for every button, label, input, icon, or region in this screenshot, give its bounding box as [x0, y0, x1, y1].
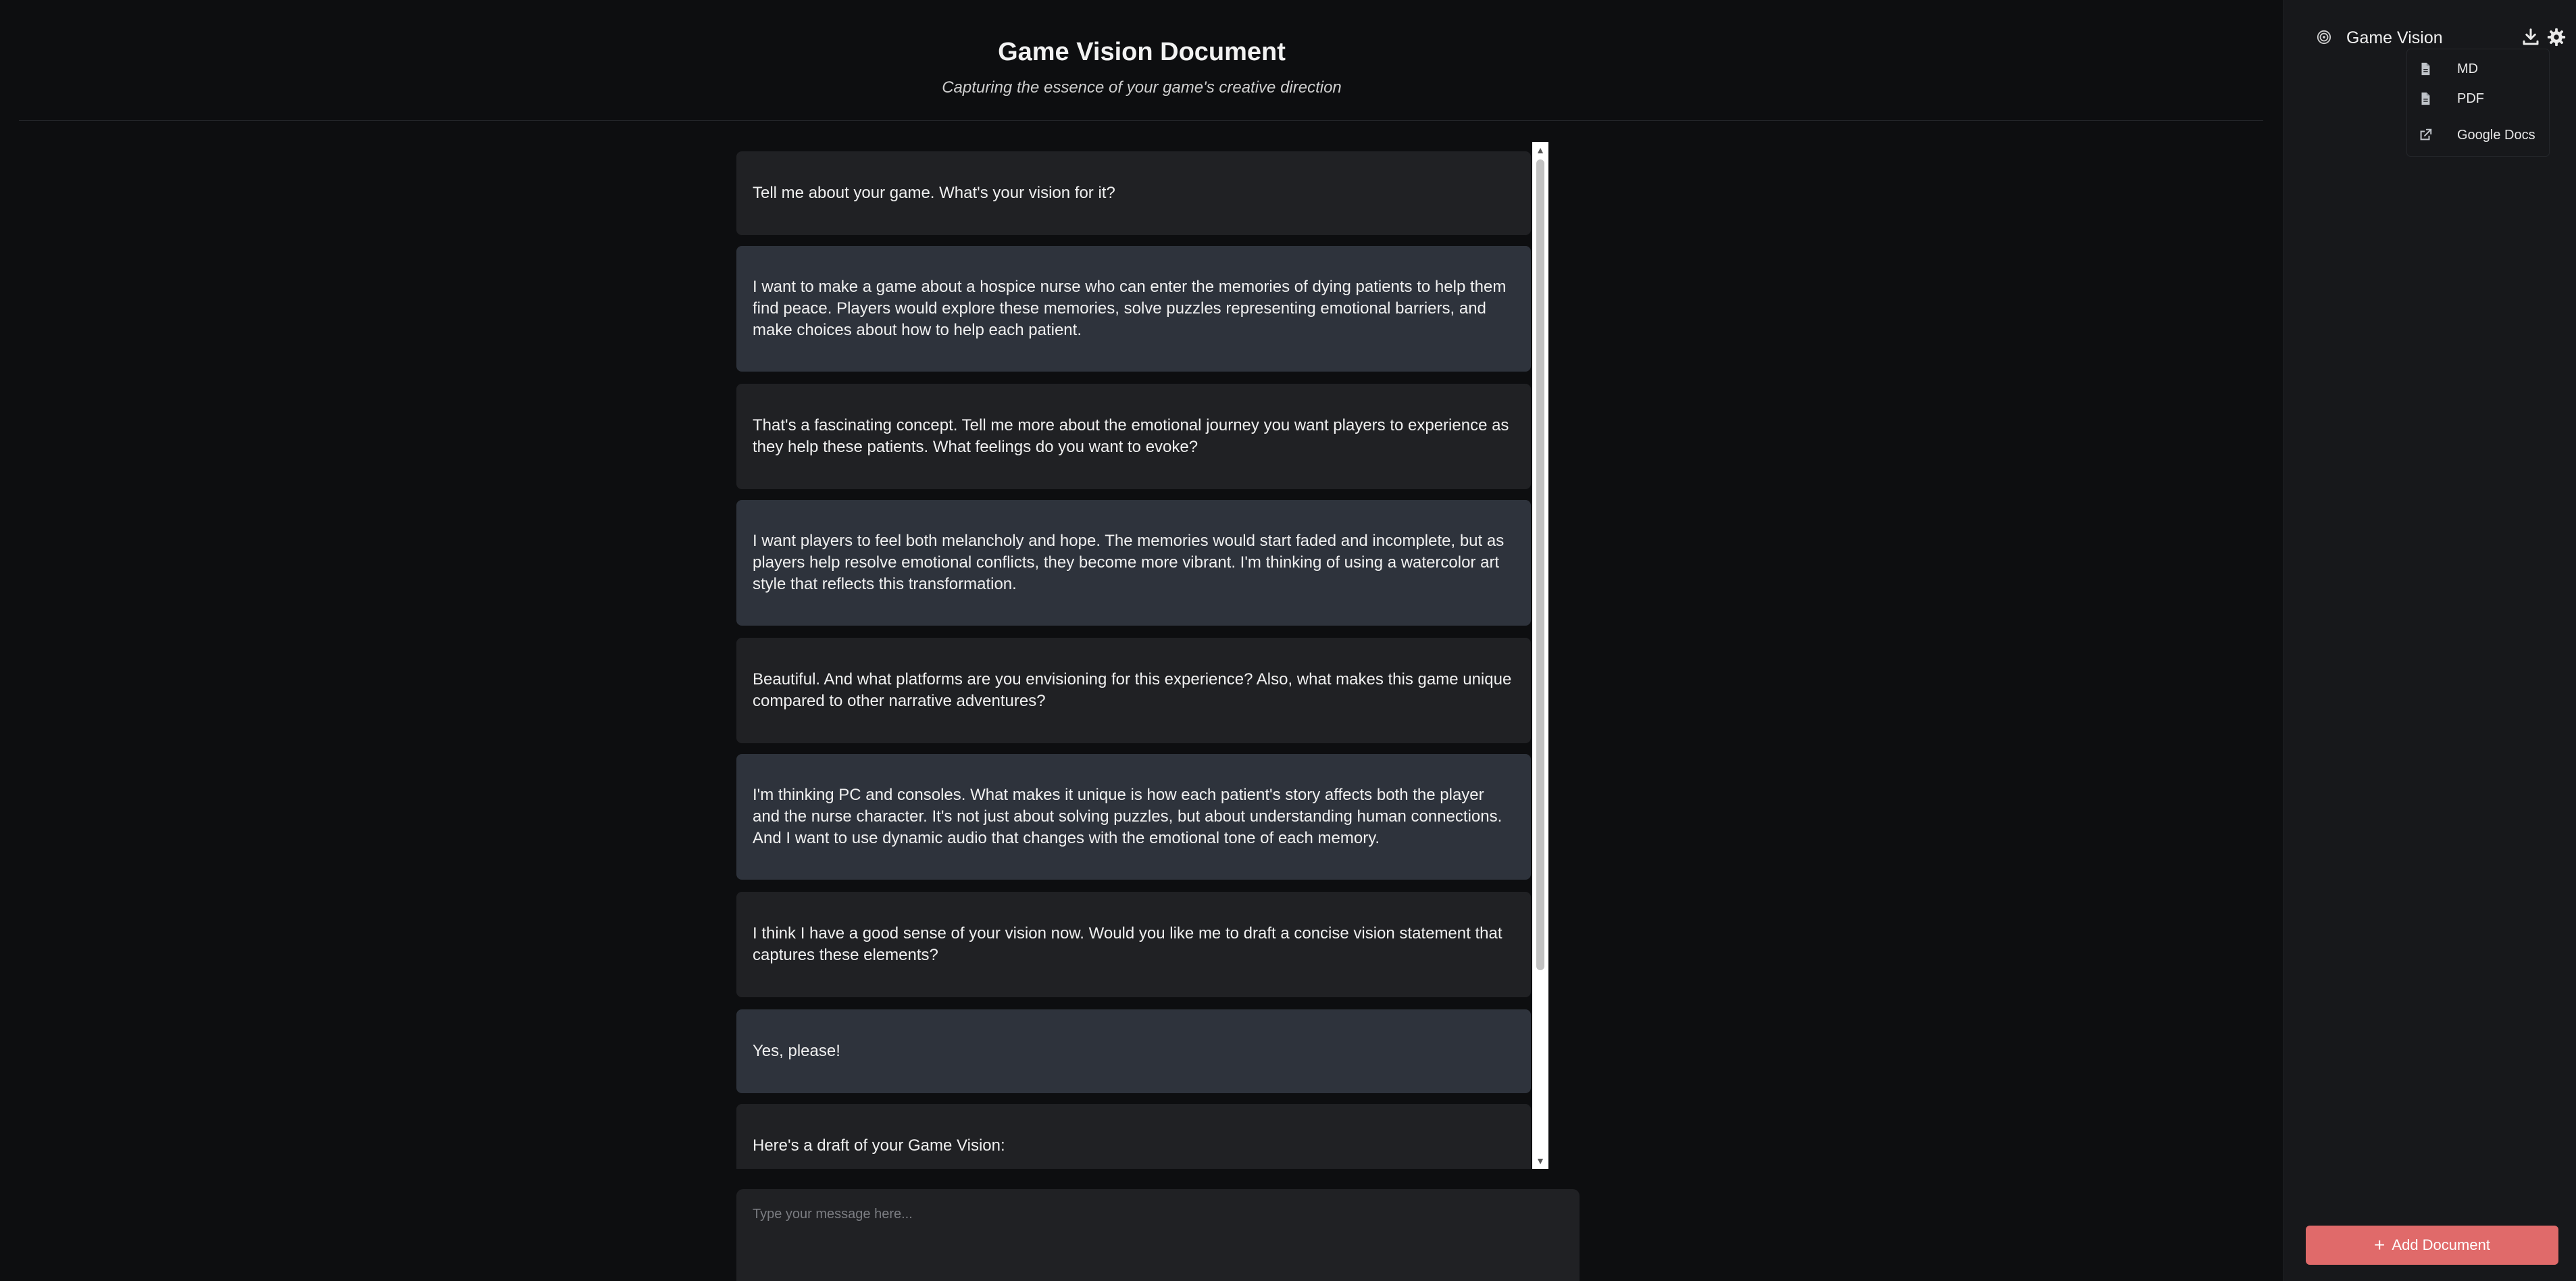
assistant-message: Here's a draft of your Game Vision: [736, 1104, 1531, 1169]
download-icon[interactable] [2521, 27, 2541, 47]
assistant-message: That's a fascinating concept. Tell me mo… [736, 384, 1531, 489]
scroll-thumb[interactable] [1536, 159, 1544, 970]
user-message: I want to make a game about a hospice nu… [736, 246, 1531, 372]
header-divider [19, 120, 2263, 121]
add-document-button[interactable]: + Add Document [2306, 1226, 2558, 1265]
message-text: I think I have a good sense of your visi… [753, 924, 1502, 964]
message-text: I want players to feel both melancholy a… [753, 532, 1505, 593]
user-message: I want players to feel both melancholy a… [736, 500, 1531, 626]
assistant-message: Tell me about your game. What's your vis… [736, 151, 1531, 235]
main-area: Game Vision Document Capturing the essen… [0, 0, 2283, 1281]
message-text: I'm thinking PC and consoles. What makes… [753, 786, 1502, 847]
file-icon [2421, 62, 2430, 76]
message-text: Here's a draft of your Game Vision: [753, 1136, 1005, 1155]
export-menu: MD PDF Google Docs [2406, 49, 2550, 157]
chat-scrollbar[interactable]: ▲ ▼ [1532, 142, 1548, 1169]
export-google-docs-item[interactable]: Google Docs [2418, 126, 2546, 147]
export-md-label: MD [2457, 61, 2479, 76]
page-header: Game Vision Document Capturing the essen… [0, 0, 2283, 120]
sidebar-title: Game Vision [2346, 28, 2443, 47]
export-pdf-item[interactable]: PDF [2418, 90, 2546, 110]
export-google-docs-label: Google Docs [2457, 128, 2535, 143]
export-pdf-label: PDF [2457, 91, 2484, 106]
message-text: That's a fascinating concept. Tell me mo… [753, 416, 1509, 456]
file-icon [2421, 92, 2430, 105]
message-text: Yes, please! [753, 1042, 840, 1060]
sidebar: Game Vision + Add Document [2283, 0, 2576, 1281]
message-text: Beautiful. And what platforms are you en… [753, 670, 1512, 710]
message-text: I want to make a game about a hospice nu… [753, 278, 1507, 339]
page-subtitle: Capturing the essence of your game's cre… [942, 78, 1342, 97]
export-md-item[interactable]: MD [2418, 60, 2546, 80]
user-message: I'm thinking PC and consoles. What makes… [736, 754, 1531, 880]
add-document-label: Add Document [2392, 1236, 2490, 1253]
plus-icon: + [2374, 1234, 2385, 1255]
message-input-placeholder: Type your message here... [753, 1207, 913, 1222]
assistant-message: Beautiful. And what platforms are you en… [736, 638, 1531, 743]
scroll-down-arrow-icon[interactable]: ▼ [1532, 1153, 1548, 1169]
target-icon [2317, 30, 2331, 45]
scroll-up-arrow-icon[interactable]: ▲ [1532, 142, 1548, 158]
user-message: Yes, please! [736, 1009, 1531, 1093]
external-link-icon [2420, 128, 2432, 141]
page-title: Game Vision Document [998, 38, 1286, 66]
message-text: Tell me about your game. What's your vis… [753, 184, 1115, 202]
assistant-message: I think I have a good sense of your visi… [736, 892, 1531, 997]
chat-log[interactable]: Tell me about your game. What's your vis… [736, 142, 1547, 1169]
message-input[interactable]: Type your message here... [736, 1189, 1580, 1281]
gear-icon[interactable] [2546, 27, 2567, 47]
